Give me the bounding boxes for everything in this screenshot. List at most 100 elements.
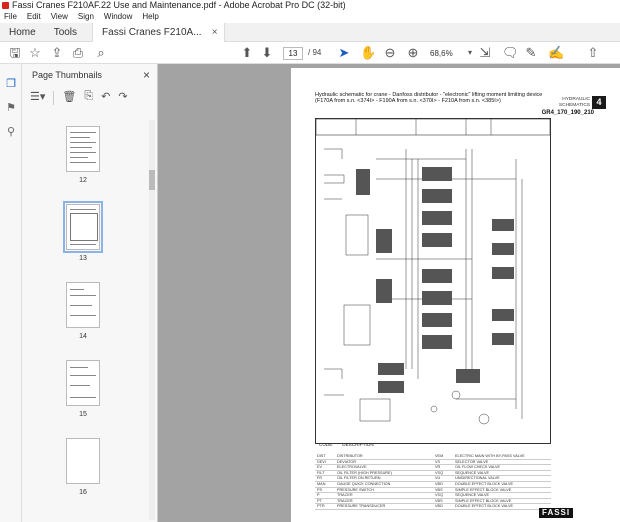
page-number-input[interactable]: 13 [283,47,303,60]
legend-code: DEVI [317,459,326,464]
menu-window[interactable]: Window [104,11,132,23]
legend-desc: DOUBLE EFFECT BLOCK VALVE [455,481,514,486]
legend-code: PTR [317,504,325,509]
print-icon[interactable]: ⎙ [71,45,85,61]
legend-desc: DISTRIBUTOR [337,454,363,458]
left-rail: ❐ ⚑ ⚲ [0,64,22,522]
toolbar: 🖫 ☆ ⇪ ⎙ ⌕ ⬆ ⬇ 13 / 94 ➤ ✋ ⊖ ⊕ 68,6% ▾ ⇲ … [0,42,620,64]
panel-close-icon[interactable]: × [143,68,150,82]
page-down-icon[interactable]: ⬇ [260,45,274,61]
rotate-right-icon[interactable]: ↷ [118,90,127,106]
legend-desc: ELECTRIC MAIN WITH BY-PASS VALVE [455,454,525,458]
document-page: Hydraulic schematic for crane - Danfoss … [291,68,620,522]
legend-desc: OIL FILTER ON RETURN [337,476,381,481]
legend-desc: PRESSURE SWITCH [337,487,374,492]
zoom-out-icon[interactable]: ⊖ [383,45,397,61]
thumbnail-page-16[interactable] [66,438,100,484]
thumb-line [70,367,88,368]
thumb-line [70,315,96,316]
thumb-line [70,375,96,376]
thumb-line [70,142,96,143]
menu-help[interactable]: Help [142,11,158,23]
rotate-left-icon[interactable]: ↶ [101,90,110,106]
fit-page-icon[interactable]: ⇲ [478,45,492,61]
upload-icon[interactable]: ⇪ [50,45,64,61]
menu-edit[interactable]: Edit [27,11,41,23]
select-cursor-icon[interactable]: ➤ [338,45,350,61]
thumb-line [70,132,96,133]
thumb-line [70,152,96,153]
page-heading-line-2: (F170A from s.n. <374I> - F190A from s.n… [315,98,501,105]
legend-desc: SIMPLE EFFECT BLOCK VALVE [455,498,512,503]
legend-code: VR [435,465,441,470]
page-thumbnails-panel: Page Thumbnails × ☰▾ 🗑 ⎘ ↶ ↷ 12 13 14 15… [22,64,158,522]
thumb-line [70,209,96,210]
drawing-code: GR4_170_190_210 [541,110,594,116]
schematic-drawing [315,118,551,425]
thumb-line [70,157,88,158]
legend-code: VBS [435,487,443,492]
tab-home[interactable]: Home [0,23,45,42]
thumbnail-page-12[interactable] [66,126,100,172]
delete-icon[interactable]: 🗑 [62,90,76,106]
document-canvas[interactable]: Hydraulic schematic for crane - Danfoss … [158,64,620,522]
legend-table: CODE DESCRIPTION DIST DISTRIBUTOR DEVI DEV… [315,442,551,518]
legend-code: EV [317,465,323,470]
legend-desc: SEQUENCE VALVE [455,493,490,498]
search-icon[interactable]: ⌕ [94,45,108,61]
legend-header-description: DESCRIPTION [342,442,374,447]
panel-title: Page Thumbnails [32,70,102,80]
legend-desc: SIMPLE EFFECT BLOCK VALVE [455,487,512,492]
thumbnail-page-14[interactable] [66,282,100,328]
share-icon[interactable]: ⇧ [586,45,600,61]
save-icon[interactable]: 🖫 [8,45,22,61]
legend-code: VS [435,459,441,464]
copy-pages-icon[interactable]: ❐ [5,78,17,91]
sign-icon[interactable]: ✍ [548,45,564,61]
legend-desc: UNIDIRECTIONAL VALVE [455,476,500,481]
thumbnail-page-15[interactable] [66,360,100,406]
legend-code: DIST [317,454,326,458]
bookmark-star-icon[interactable]: ☆ [28,45,42,61]
section-label: HYDRAULIC SCHEMATICS [559,97,590,108]
tab-document[interactable]: Fassi Cranes F210A... × [92,23,225,42]
comment-icon[interactable]: 🗨 [502,45,519,61]
attachment-icon[interactable]: ⚲ [5,126,17,139]
menu-sign[interactable]: Sign [78,11,94,23]
zoom-level[interactable]: 68,6% [430,47,466,60]
thumbnail-page-13[interactable] [63,201,103,253]
menu-file[interactable]: File [4,11,17,23]
legend-code: MAN [317,481,326,486]
thumbnail-label: 15 [79,411,87,418]
thumbnails-scrollbar[interactable] [149,120,155,520]
legend-column-right: VEM ELECTRIC MAIN WITH BY-PASS VALVE VS SE… [433,454,551,510]
zoom-dropdown-icon[interactable]: ▾ [466,45,474,61]
legend-desc: OIL FLOW CHECK VALVE [455,465,501,470]
legend-code: VSQ [435,493,444,498]
zoom-in-icon[interactable]: ⊕ [406,45,420,61]
tab-tools[interactable]: Tools [45,23,86,42]
tab-bar: Home Tools Fassi Cranes F210A... × [0,23,620,42]
legend-code: VU [435,476,441,481]
thumbnail-label: 16 [79,489,87,496]
chapter-number: 4 [592,96,606,109]
thumb-line [70,397,96,398]
page-heading: Hydraulic schematic for crane - Danfoss … [315,92,555,105]
legend-desc: OIL FILTER (HIGH PRESSURE) [337,470,392,475]
legend-code: VEM [435,454,444,458]
legend-desc: TRACER [337,493,353,498]
options-icon[interactable]: ☰▾ [30,90,45,106]
highlighter-icon[interactable]: ✎ [524,45,538,61]
page-up-icon[interactable]: ⬆ [240,45,254,61]
bookmark-icon[interactable]: ⚑ [5,102,17,115]
hand-icon[interactable]: ✋ [360,45,376,61]
tab-close-icon[interactable]: × [212,23,218,42]
thumbnail-list[interactable]: 12 13 14 15 16 [22,120,150,522]
window-titlebar: Fassi Cranes F210AF.22 Use and Maintenan… [0,0,620,11]
extract-icon[interactable]: ⎘ [84,90,93,106]
legend-code: VBD [435,481,443,486]
scrollbar-thumb[interactable] [149,170,155,190]
thumb-line [70,385,90,386]
hydraulic-schematic [315,118,551,444]
menu-view[interactable]: View [51,11,68,23]
